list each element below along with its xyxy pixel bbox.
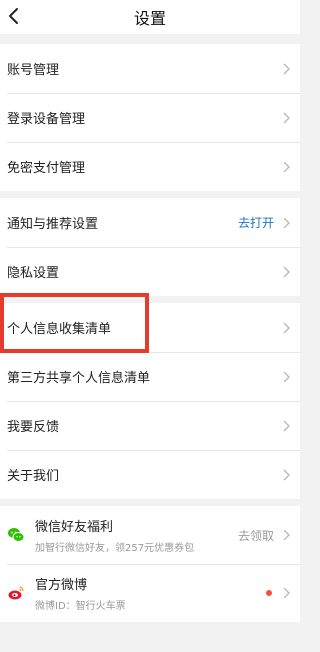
wechat-icon <box>7 526 25 544</box>
row-label: 免密支付管理 <box>7 161 86 176</box>
row-label: 第三方共享个人信息清单 <box>7 371 151 386</box>
chevron-right-icon <box>282 419 290 432</box>
row-label: 关于我们 <box>7 469 60 484</box>
wechat-title: 微信好友福利 <box>35 520 114 535</box>
chevron-right-icon <box>282 216 290 229</box>
row-label: 通知与推荐设置 <box>7 217 99 232</box>
notification-dot <box>266 590 272 596</box>
section-gap <box>0 499 300 506</box>
weibo-icon <box>7 584 25 602</box>
chevron-right-icon <box>282 468 290 481</box>
password-free-payment-row[interactable]: 免密支付管理 <box>0 142 300 191</box>
section-gap <box>0 296 300 303</box>
account-management-row[interactable]: 账号管理 <box>0 44 300 93</box>
wechat-text: 微信好友福利 加智行微信好友，领257元优惠券包 <box>35 516 238 554</box>
feedback-row[interactable]: 我要反馈 <box>0 401 300 450</box>
open-link[interactable]: 去打开 <box>238 214 274 231</box>
chevron-right-icon <box>282 265 290 278</box>
settings-group-account: 账号管理 登录设备管理 免密支付管理 <box>0 44 300 191</box>
row-label: 登录设备管理 <box>7 112 86 127</box>
section-gap <box>0 191 300 198</box>
login-device-management-row[interactable]: 登录设备管理 <box>0 93 300 142</box>
top-bar: 设置 <box>0 0 300 34</box>
personal-info-list-row[interactable]: 个人信息收集清单 <box>0 303 300 352</box>
wechat-subtitle: 加智行微信好友，领257元优惠券包 <box>35 543 195 554</box>
back-button[interactable] <box>2 3 24 29</box>
notification-settings-row[interactable]: 通知与推荐设置 去打开 <box>0 198 300 247</box>
settings-group-notifications: 通知与推荐设置 去打开 隐私设置 <box>0 198 300 296</box>
chevron-right-icon <box>282 587 290 599</box>
privacy-settings-row[interactable]: 隐私设置 <box>0 247 300 296</box>
weibo-text: 官方微博 微博ID：智行火车票 <box>35 574 266 612</box>
chevron-right-icon <box>282 370 290 383</box>
section-gap <box>0 34 300 44</box>
claim-link[interactable]: 去领取 <box>238 527 274 544</box>
chevron-right-icon <box>282 111 290 124</box>
row-label: 账号管理 <box>7 63 60 78</box>
back-arrow-icon <box>9 8 18 24</box>
social-group: 微信好友福利 加智行微信好友，领257元优惠券包 去领取 官方微博 微博ID：智… <box>0 506 300 622</box>
chevron-right-icon <box>282 160 290 173</box>
about-us-row[interactable]: 关于我们 <box>0 450 300 499</box>
chevron-right-icon <box>282 529 290 541</box>
row-label: 个人信息收集清单 <box>7 322 112 337</box>
page-title: 设置 <box>133 9 166 28</box>
wechat-benefit-row[interactable]: 微信好友福利 加智行微信好友，领257元优惠券包 去领取 <box>0 506 300 564</box>
official-weibo-row[interactable]: 官方微博 微博ID：智行火车票 <box>0 564 300 622</box>
chevron-right-icon <box>282 321 290 334</box>
chevron-right-icon <box>282 62 290 75</box>
weibo-title: 官方微博 <box>35 578 88 593</box>
row-label: 隐私设置 <box>7 266 60 281</box>
third-party-sharing-row[interactable]: 第三方共享个人信息清单 <box>0 352 300 401</box>
weibo-subtitle: 微博ID：智行火车票 <box>35 601 126 612</box>
settings-group-info: 个人信息收集清单 第三方共享个人信息清单 我要反馈 关于我们 <box>0 303 300 499</box>
row-label: 我要反馈 <box>7 420 60 435</box>
